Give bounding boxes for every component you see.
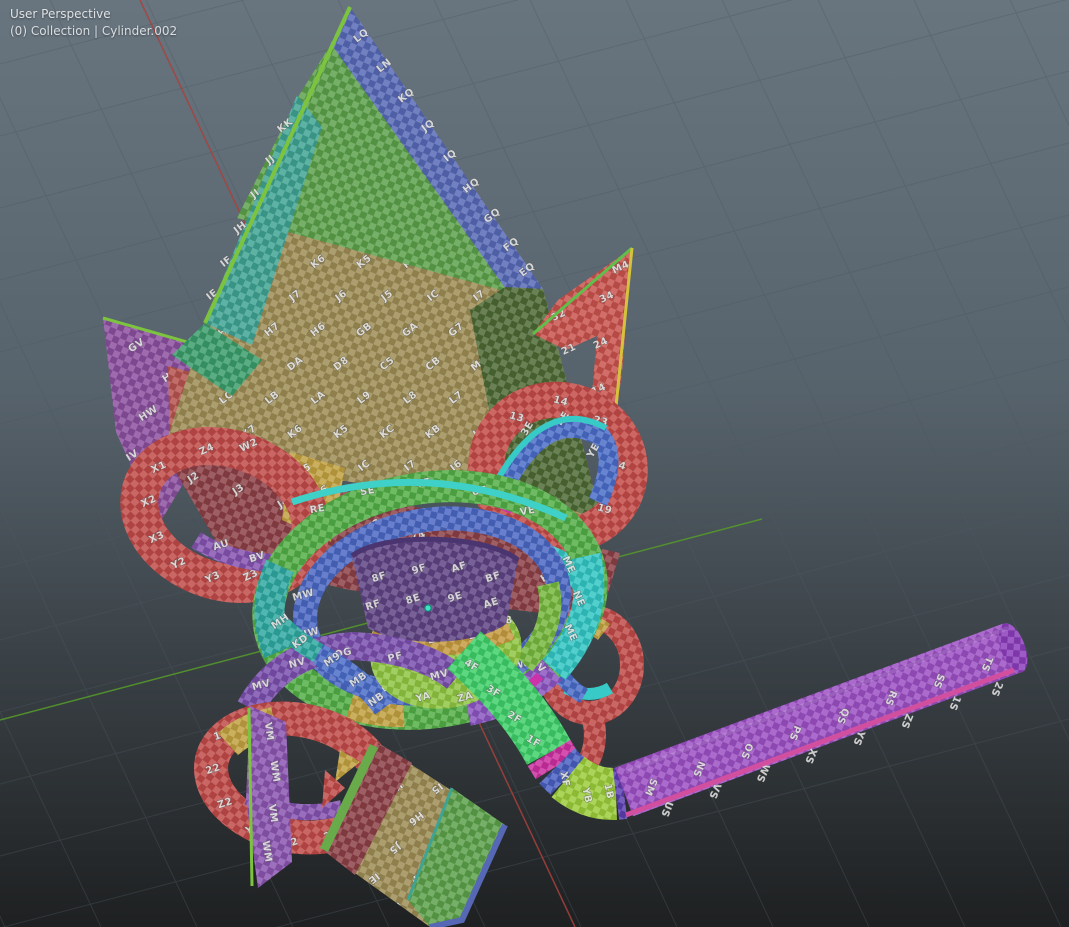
view-mode-label: User Perspective xyxy=(10,6,177,23)
object-origin-dot xyxy=(425,605,431,611)
right-red-lower-checker xyxy=(586,714,595,766)
viewport-canvas[interactable]: GVHVHWIV2VL2K2J3J2MDMCLCLBLAL9L8L7K8KAK9… xyxy=(0,0,1069,927)
viewport-overlay-text: User Perspective (0) Collection | Cylind… xyxy=(10,6,177,40)
navy-ring-checker xyxy=(616,793,624,794)
tube-magenta-ring-checker xyxy=(549,753,557,766)
3d-viewport[interactable]: GVHVHWIV2VL2K2J3J2MDMCLCLBLAL9L8L7K8KAK9… xyxy=(0,0,1069,927)
hub-purple-cyl-checker xyxy=(352,539,518,642)
collection-object-label: (0) Collection | Cylinder.002 xyxy=(10,23,177,40)
